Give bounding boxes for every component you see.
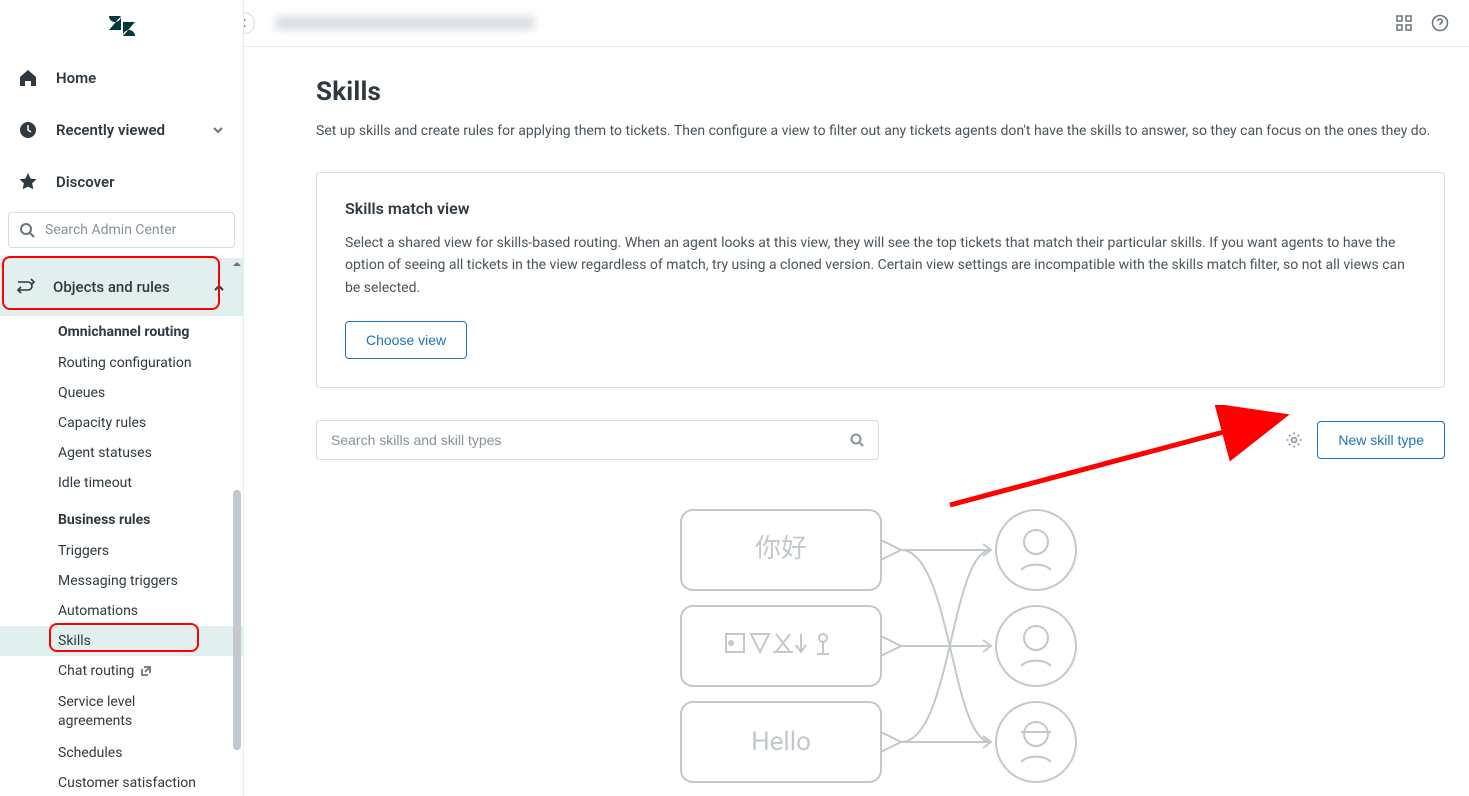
nav-chat-routing[interactable]: Chat routing	[0, 656, 243, 686]
search-icon	[850, 433, 864, 447]
nav-automations[interactable]: Automations	[0, 596, 243, 626]
scroll-up-icon[interactable]	[231, 258, 243, 270]
nav-csat[interactable]: Customer satisfaction	[0, 768, 243, 796]
nav-recent-label: Recently viewed	[56, 121, 165, 139]
nav-skills[interactable]: Skills	[0, 626, 243, 656]
nav-triggers[interactable]: Triggers	[0, 536, 243, 566]
skills-search-input[interactable]	[331, 432, 850, 448]
external-link-icon	[140, 665, 152, 677]
nav-discover[interactable]: Discover	[0, 156, 243, 208]
skills-match-card: Skills match view Select a shared view f…	[316, 172, 1445, 388]
chevron-up-icon	[212, 280, 226, 294]
apps-icon[interactable]	[1395, 14, 1413, 32]
sidebar: Home Recently viewed Discover Search Adm…	[0, 0, 244, 796]
empty-state-illustration: 你好 Hello	[316, 500, 1445, 796]
choose-view-button[interactable]: Choose view	[345, 321, 467, 359]
routing-icon	[15, 276, 37, 298]
sidebar-scrollbar[interactable]	[231, 262, 243, 796]
new-skill-type-button[interactable]: New skill type	[1317, 421, 1445, 459]
page-subtitle: Set up skills and create rules for apply…	[316, 121, 1445, 142]
admin-search-placeholder: Search Admin Center	[45, 222, 176, 238]
card-title: Skills match view	[345, 199, 1416, 218]
nav-agent-statuses[interactable]: Agent statuses	[0, 438, 243, 468]
help-icon[interactable]	[1431, 14, 1449, 32]
nav-home-label: Home	[56, 69, 96, 87]
nav-capacity-rules[interactable]: Capacity rules	[0, 408, 243, 438]
section-objects-and-rules[interactable]: Objects and rules	[0, 258, 243, 316]
main-content: Skills Set up skills and create rules fo…	[244, 47, 1469, 796]
admin-search[interactable]: Search Admin Center	[8, 212, 235, 248]
section-label: Objects and rules	[53, 278, 170, 296]
card-body: Select a shared view for skills-based ro…	[345, 232, 1416, 299]
group-business-rules: Business rules	[0, 498, 243, 536]
nav-routing-config[interactable]: Routing configuration	[0, 348, 243, 378]
svg-text:Hello: Hello	[751, 727, 811, 757]
nav-schedules[interactable]: Schedules	[0, 738, 243, 768]
scrollbar-thumb[interactable]	[233, 490, 241, 750]
nav-messaging-triggers[interactable]: Messaging triggers	[0, 566, 243, 596]
star-icon	[18, 172, 38, 192]
nav-tree: Objects and rules Omnichannel routing Ro…	[0, 258, 243, 796]
skills-search[interactable]	[316, 420, 879, 460]
home-icon	[18, 68, 38, 88]
clock-icon	[18, 120, 38, 140]
skills-toolbar: New skill type	[316, 420, 1445, 460]
nav-sla[interactable]: Service level agreements	[0, 686, 243, 738]
page-title: Skills	[316, 77, 1445, 107]
gear-icon[interactable]	[1285, 431, 1303, 449]
nav-home[interactable]: Home	[0, 52, 243, 104]
group-omnichannel: Omnichannel routing	[0, 316, 243, 348]
nav-discover-label: Discover	[56, 173, 114, 191]
zendesk-logo[interactable]	[0, 0, 243, 52]
breadcrumb-blurred	[275, 16, 535, 30]
chevron-down-icon	[211, 123, 225, 137]
nav-queues[interactable]: Queues	[0, 378, 243, 408]
nav-recent[interactable]: Recently viewed	[0, 104, 243, 156]
nav-idle-timeout[interactable]: Idle timeout	[0, 468, 243, 498]
topbar	[244, 0, 1469, 47]
svg-text:你好: 你好	[754, 534, 806, 564]
